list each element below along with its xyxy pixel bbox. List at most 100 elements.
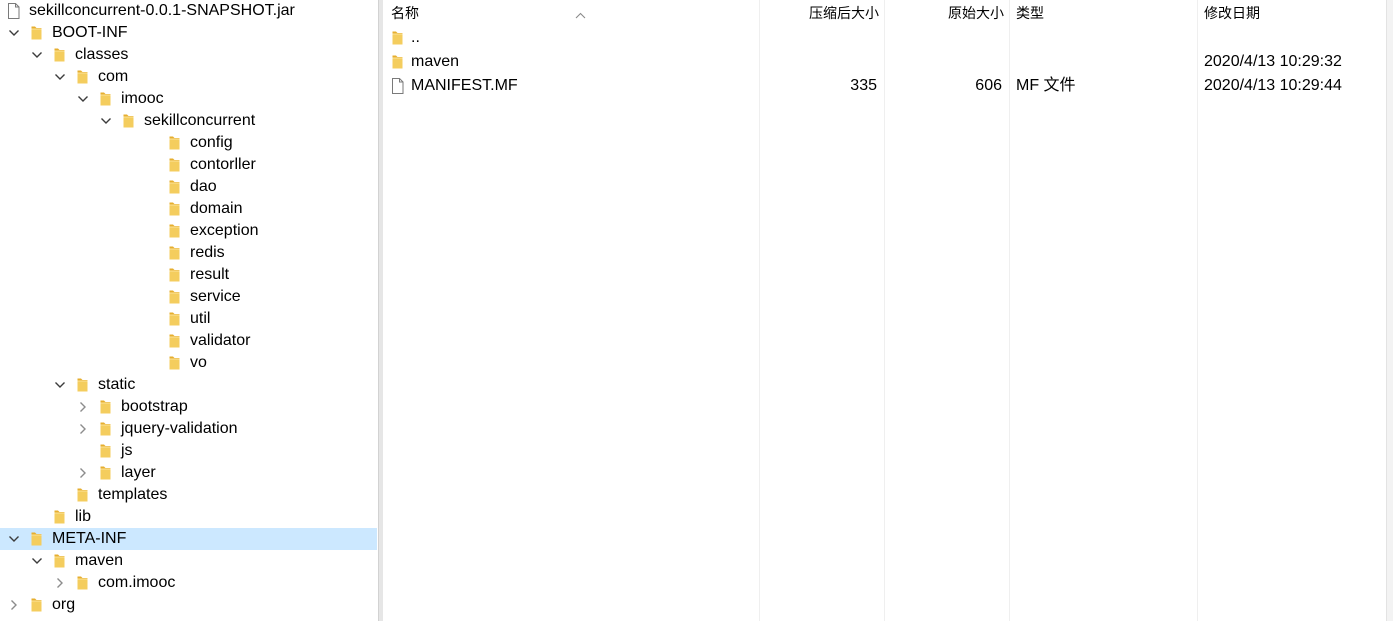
- chevron-down-icon[interactable]: [53, 66, 67, 88]
- tree-item[interactable]: vo: [0, 352, 377, 374]
- column-header-type-label: 类型: [1016, 5, 1044, 21]
- tree-item[interactable]: jquery-validation: [0, 418, 377, 440]
- folder-icon: [168, 201, 181, 217]
- tree-item[interactable]: exception: [0, 220, 377, 242]
- file-icon: [391, 78, 404, 102]
- folder-icon: [99, 421, 112, 437]
- sort-up-icon: [575, 1, 586, 27]
- tree-item[interactable]: config: [0, 132, 377, 154]
- list-item[interactable]: ..: [383, 26, 1386, 50]
- tree-item[interactable]: com.imooc: [0, 572, 377, 594]
- tree-item[interactable]: sekillconcurrent-0.0.1-SNAPSHOT.jar: [0, 0, 377, 22]
- tree-item-label: domain: [190, 200, 243, 217]
- tree-item-label: jquery-validation: [121, 420, 238, 437]
- original-size: 606: [975, 77, 1002, 94]
- file-name: MANIFEST.MF: [411, 77, 518, 94]
- chevron-down-icon[interactable]: [7, 22, 21, 44]
- tree-item[interactable]: lib: [0, 506, 377, 528]
- folder-icon: [53, 509, 66, 525]
- column-header-compressed-label: 压缩后大小: [809, 5, 879, 21]
- tree-item[interactable]: domain: [0, 198, 377, 220]
- chevron-right-icon[interactable]: [76, 462, 90, 484]
- folder-icon: [168, 135, 181, 151]
- tree-item[interactable]: redis: [0, 242, 377, 264]
- modified-date: 2020/4/13 10:29:44: [1204, 77, 1342, 94]
- folder-icon: [30, 25, 43, 41]
- tree-item-label: service: [190, 288, 241, 305]
- scrollbar-track[interactable]: [1386, 0, 1393, 621]
- tree-item-label: org: [52, 596, 76, 613]
- tree-item-label: com.imooc: [98, 574, 176, 591]
- tree-item-label: config: [190, 134, 233, 151]
- folder-icon: [168, 333, 181, 349]
- chevron-right-icon[interactable]: [53, 572, 67, 594]
- folder-icon: [168, 223, 181, 239]
- tree-item-label: redis: [190, 244, 225, 261]
- tree-item[interactable]: js: [0, 440, 377, 462]
- list-item[interactable]: maven 2020/4/13 10:29:32: [383, 50, 1386, 74]
- chevron-right-icon[interactable]: [76, 418, 90, 440]
- tree-item-label: exception: [190, 222, 259, 239]
- folder-icon: [76, 69, 89, 85]
- tree-item-label: BOOT-INF: [52, 24, 128, 41]
- folder-icon: [76, 575, 89, 591]
- chevron-right-icon[interactable]: [76, 396, 90, 418]
- tree-item[interactable]: bootstrap: [0, 396, 377, 418]
- folder-icon: [30, 531, 43, 547]
- tree-item-label: lib: [75, 508, 92, 525]
- tree-item-label: com: [98, 68, 129, 85]
- tree-item-label: sekillconcurrent: [144, 112, 256, 129]
- tree-item[interactable]: dao: [0, 176, 377, 198]
- tree-item-label: layer: [121, 464, 156, 481]
- column-header-name[interactable]: 名称: [391, 0, 751, 26]
- chevron-down-icon[interactable]: [7, 528, 21, 550]
- tree-item-label: dao: [190, 178, 217, 195]
- folder-icon: [122, 113, 135, 129]
- tree-item[interactable]: result: [0, 264, 377, 286]
- folder-icon: [168, 311, 181, 327]
- tree-item-label: js: [121, 442, 133, 459]
- tree-item[interactable]: BOOT-INF: [0, 22, 377, 44]
- tree-item[interactable]: validator: [0, 330, 377, 352]
- tree-item-label: sekillconcurrent-0.0.1-SNAPSHOT.jar: [29, 2, 295, 19]
- tree-item[interactable]: templates: [0, 484, 377, 506]
- tree-item[interactable]: imooc: [0, 88, 377, 110]
- folder-icon: [76, 377, 89, 393]
- tree-item-label: templates: [98, 486, 168, 503]
- chevron-down-icon[interactable]: [30, 44, 44, 66]
- tree-item[interactable]: org: [0, 594, 377, 616]
- archive-browser-window: sekillconcurrent-0.0.1-SNAPSHOT.jar BOOT-…: [0, 0, 1393, 621]
- column-header-compressed-size[interactable]: 压缩后大小: [763, 0, 879, 26]
- folder-icon: [53, 47, 66, 63]
- tree-item-label: vo: [190, 354, 207, 371]
- tree-item-label: result: [190, 266, 230, 283]
- tree-item[interactable]: layer: [0, 462, 377, 484]
- tree-item[interactable]: service: [0, 286, 377, 308]
- chevron-right-icon[interactable]: [7, 594, 21, 616]
- folder-icon: [99, 399, 112, 415]
- column-header-type[interactable]: 类型: [1016, 0, 1192, 26]
- tree-item[interactable]: classes: [0, 44, 377, 66]
- tree-item[interactable]: util: [0, 308, 377, 330]
- tree-item[interactable]: contorller: [0, 154, 377, 176]
- chevron-down-icon[interactable]: [30, 550, 44, 572]
- tree-item[interactable]: sekillconcurrent: [0, 110, 377, 132]
- chevron-down-icon[interactable]: [99, 110, 113, 132]
- tree-item[interactable]: static: [0, 374, 377, 396]
- chevron-down-icon[interactable]: [76, 88, 90, 110]
- list-item[interactable]: MANIFEST.MF 335 606 MF 文件 2020/4/13 10:29:44: [383, 74, 1386, 98]
- tree-item[interactable]: maven: [0, 550, 377, 572]
- tree-item-label: static: [98, 376, 136, 393]
- compressed-size: 335: [850, 77, 877, 94]
- tree-item-label: bootstrap: [121, 398, 188, 415]
- column-header-modified[interactable]: 修改日期: [1204, 0, 1380, 26]
- modified-date: 2020/4/13 10:29:32: [1204, 53, 1342, 70]
- column-header-original-size[interactable]: 原始大小: [888, 0, 1004, 26]
- chevron-down-icon[interactable]: [53, 374, 67, 396]
- tree-item-label: validator: [190, 332, 251, 349]
- tree-item[interactable]: com: [0, 66, 377, 88]
- folder-icon: [99, 91, 112, 107]
- file-name: ..: [411, 29, 420, 46]
- tree-item[interactable]: META-INF: [0, 528, 377, 550]
- tree-item-label: maven: [75, 552, 124, 569]
